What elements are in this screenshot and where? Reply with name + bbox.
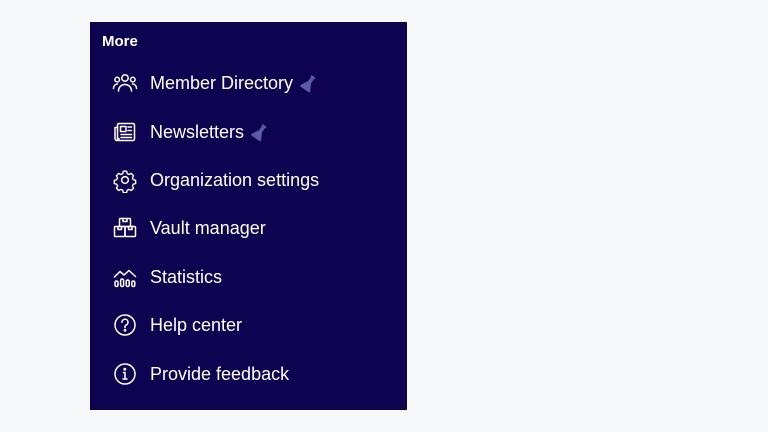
member-directory-label: Member Directory xyxy=(150,73,294,94)
panel-title: More xyxy=(102,33,138,50)
newspaper-icon xyxy=(112,119,138,145)
provide-feedback-label: Provide feedback xyxy=(150,363,290,384)
menu-item-provide-feedback[interactable]: Provide feedback xyxy=(90,349,407,397)
help-circle-icon xyxy=(112,312,138,338)
people-icon xyxy=(112,70,138,96)
menu-item-vault-manager[interactable]: Vault manager xyxy=(90,204,407,252)
info-circle-icon xyxy=(112,361,138,387)
newsletters-label: Newsletters xyxy=(150,121,245,142)
gear-icon xyxy=(112,167,138,193)
menu-item-label: Newsletters xyxy=(150,121,270,143)
beta-flask-icon xyxy=(250,122,270,142)
menu-item-member-directory[interactable]: Member Directory xyxy=(90,59,407,107)
statistics-label: Statistics xyxy=(150,266,223,287)
menu-item-newsletters[interactable]: Newsletters xyxy=(90,107,407,155)
organization-settings-label: Organization settings xyxy=(150,169,320,190)
menu-item-statistics[interactable]: Statistics xyxy=(90,253,407,301)
menu-item-label: Member Directory xyxy=(150,72,319,94)
menu-item-organization-settings[interactable]: Organization settings xyxy=(90,156,407,204)
menu-item-help-center[interactable]: Help center xyxy=(90,301,407,349)
vault-boxes-icon xyxy=(112,215,138,241)
more-menu-list: Member Directory Newsletters Organizatio… xyxy=(90,59,407,398)
more-menu-panel: More Member Directory Newsletters Organi… xyxy=(90,22,407,410)
beta-flask-icon xyxy=(299,73,319,93)
chart-icon xyxy=(112,264,138,290)
help-center-label: Help center xyxy=(150,315,243,336)
vault-manager-label: Vault manager xyxy=(150,218,266,239)
